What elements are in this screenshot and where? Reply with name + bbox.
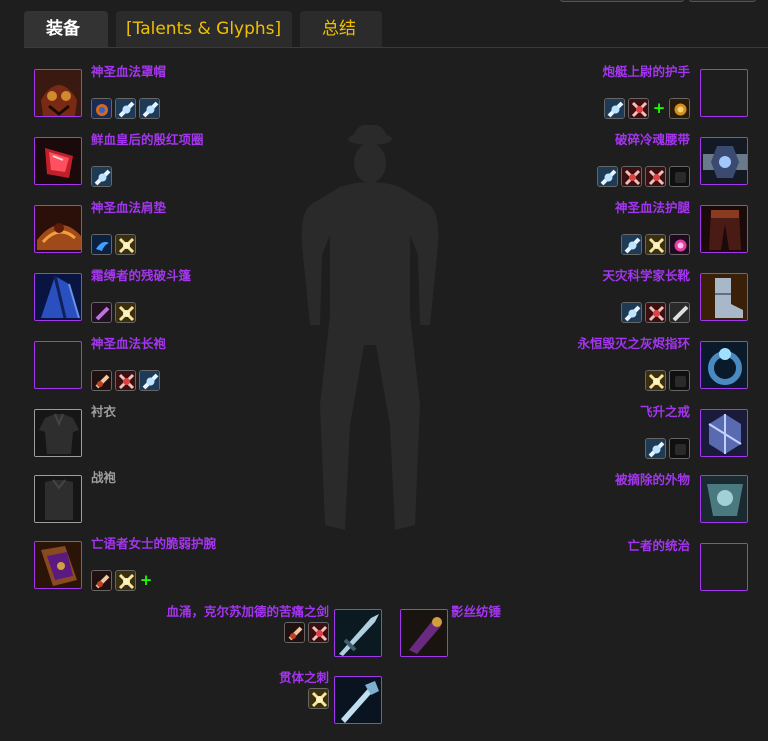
orange-gem-icon[interactable] [91,370,112,391]
item-name-shirt[interactable]: 衬衣 [91,404,116,420]
dark-socket-icon[interactable] [669,438,690,459]
gems-finger1 [645,370,690,391]
item-name-back[interactable]: 霜缚者的残破斗篷 [91,268,191,284]
gems-feet [621,302,690,323]
gems-finger2 [645,438,690,459]
white-gem-icon[interactable] [139,98,160,119]
wand-icon[interactable] [334,676,382,724]
item-name-feet[interactable]: 天灾科学家长靴 [602,268,690,284]
gems-waist [597,166,690,187]
item-name-chest[interactable]: 神圣血法长袍 [91,336,166,352]
white-gem-icon[interactable] [139,370,160,391]
gems-hands: + [604,98,690,119]
item-name-shoulder[interactable]: 神圣血法肩垫 [91,200,166,216]
ring-icon[interactable] [700,341,748,389]
item-name-ranged[interactable]: 贯体之刺 [279,670,329,686]
legs-icon[interactable] [700,205,748,253]
white-gem-icon[interactable] [669,302,690,323]
gems-back [91,302,136,323]
item-name-hands[interactable]: 炮艇上尉的护手 [602,64,690,80]
gems-neck [91,166,112,187]
gems-legs [621,234,690,255]
bracer-icon[interactable] [34,541,82,589]
item-name-finger1[interactable]: 永恒毁灭之灰烬指环 [560,336,690,352]
tabard-icon[interactable] [34,475,82,523]
yellow-gem-icon[interactable] [115,234,136,255]
item-name-trinket2[interactable]: 亡者的统治 [627,538,690,554]
gems-wrist: + [91,570,153,591]
purple-gem-icon[interactable] [91,302,112,323]
white-gem-icon[interactable] [115,98,136,119]
gems-head [91,98,160,119]
item-name-head[interactable]: 神圣血法罩帽 [91,64,166,80]
item-name-legs[interactable]: 神圣血法护腿 [615,200,690,216]
blue-gem-icon[interactable] [91,98,112,119]
red-gem-icon[interactable] [115,370,136,391]
chest-empty-slot-icon[interactable] [34,341,82,389]
yellow-gem-icon[interactable] [115,570,136,591]
yellow-gem-icon[interactable] [115,302,136,323]
red-gem-icon[interactable] [645,302,666,323]
orange-gem-icon[interactable] [284,622,305,643]
gold-rune-icon[interactable] [669,98,690,119]
yellow-gem-icon[interactable] [645,234,666,255]
helm-icon[interactable] [34,69,82,117]
enchant-plus-icon[interactable]: + [652,98,666,119]
boots-icon[interactable] [700,273,748,321]
red-gem-icon[interactable] [308,622,329,643]
item-name-mainhand[interactable]: 血涌，克尔苏加德的苦痛之剑 [166,604,329,620]
offhand-icon[interactable] [400,609,448,657]
gems-shoulder [91,234,136,255]
dark-socket-icon[interactable] [669,166,690,187]
white-gem-icon[interactable] [621,234,642,255]
top-button-stub-2[interactable] [689,0,756,2]
tab-summary[interactable]: 总结 [300,11,382,47]
item-name-wrist[interactable]: 亡语者女士的脆弱护腕 [91,536,217,552]
gems-ranged [308,688,329,709]
item-name-offhand[interactable]: 影丝纺锤 [451,604,501,620]
top-button-stub-1[interactable] [560,0,684,2]
enchant-plus-icon[interactable]: + [139,570,153,591]
trinket2-empty-slot-icon[interactable] [700,543,748,591]
item-name-tabard[interactable]: 战袍 [91,470,116,486]
tab-gear[interactable]: 装备 [24,11,108,47]
red-gem-icon[interactable] [621,166,642,187]
red-gem-icon[interactable] [628,98,649,119]
item-name-waist[interactable]: 破碎冷魂腰带 [615,132,690,148]
blue-swirl-gem-icon[interactable] [91,234,112,255]
white-gem-icon[interactable] [645,438,666,459]
white-gem-icon[interactable] [91,166,112,187]
orange-gem-icon[interactable] [91,570,112,591]
dark-socket-icon[interactable] [669,370,690,391]
item-name-finger2[interactable]: 飞升之戒 [640,404,690,420]
belt-icon[interactable] [700,137,748,185]
shoulder-icon[interactable] [34,205,82,253]
cloak-icon[interactable] [34,273,82,321]
red-gem-icon[interactable] [645,166,666,187]
ring2-icon[interactable] [700,409,748,457]
sword-icon[interactable] [334,609,382,657]
gems-mainhand [284,622,329,643]
shirt-icon[interactable] [34,409,82,457]
tab-talents-glyphs[interactable]: [Talents & Glyphs] [116,11,292,47]
item-name-trinket1[interactable]: 被摘除的外物 [615,472,690,488]
yellow-gem-icon[interactable] [308,688,329,709]
tab-divider [24,47,768,48]
yellow-gem-icon[interactable] [645,370,666,391]
ruby-necklace-icon[interactable] [34,137,82,185]
hands-empty-slot-icon[interactable] [700,69,748,117]
purple-orb-icon[interactable] [669,234,690,255]
tab-bar: 装备 [Talents & Glyphs] 总结 [24,11,382,47]
item-name-neck[interactable]: 鲜血皇后的殷红项圈 [91,132,213,148]
trinket-icon[interactable] [700,475,748,523]
white-gem-icon[interactable] [597,166,618,187]
white-gem-icon[interactable] [604,98,625,119]
white-gem-icon[interactable] [621,302,642,323]
gems-chest [91,370,160,391]
character-silhouette [301,125,439,530]
